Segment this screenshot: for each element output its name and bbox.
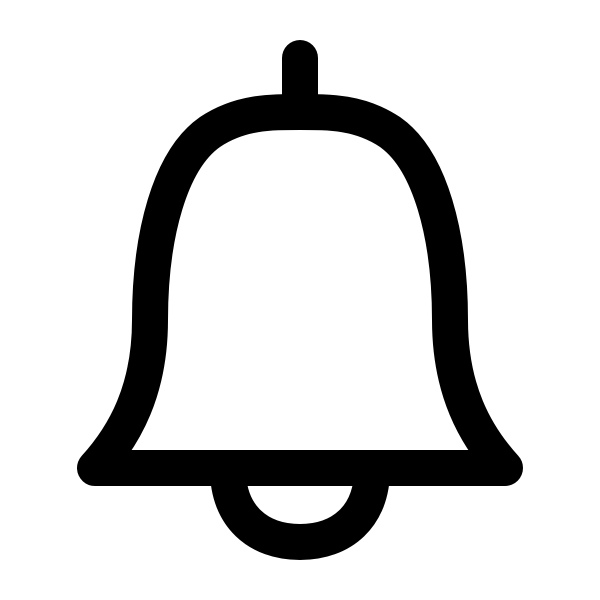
bell-body (77, 94, 523, 486)
icon-canvas (0, 0, 600, 600)
bell-icon (0, 0, 600, 600)
bell-icon-svg (77, 40, 523, 560)
